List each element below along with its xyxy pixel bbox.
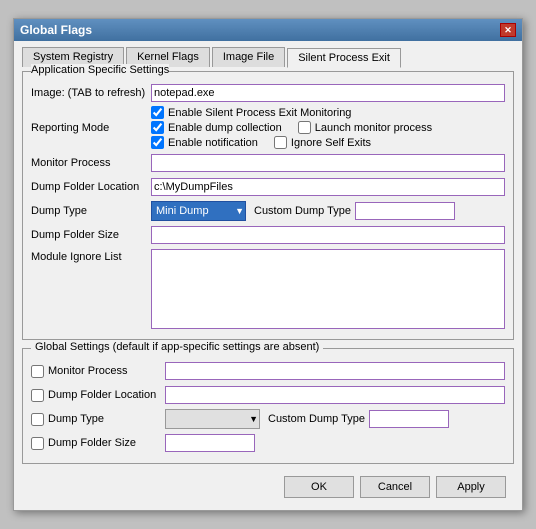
dump-folder-row: Dump Folder Location	[31, 177, 505, 197]
reporting-mode-row: Reporting Mode Enable Silent Process Exi…	[31, 106, 505, 149]
module-ignore-row: Module Ignore List	[31, 249, 505, 329]
checkboxes-group: Enable Silent Process Exit Monitoring En…	[151, 106, 432, 149]
global-dump-folder-input[interactable]	[165, 386, 505, 404]
close-button[interactable]: ✕	[500, 23, 516, 37]
monitor-process-input[interactable]	[151, 154, 505, 172]
global-monitor-label: Monitor Process	[48, 365, 127, 377]
global-dump-type-select-wrapper: ▼	[165, 409, 260, 429]
global-custom-dump-type-input[interactable]	[369, 410, 449, 428]
cb-enable-notify[interactable]: Enable notification	[151, 136, 258, 149]
dump-type-row: Dump Type Mini Dump Full Dump Heap Dump …	[31, 201, 505, 221]
cb-enable-dump-input[interactable]	[151, 121, 164, 134]
module-ignore-textarea[interactable]	[151, 249, 505, 329]
content-area: System Registry Kernel Flags Image File …	[14, 41, 522, 510]
global-dump-type-row: Dump Type ▼ Custom Dump Type	[31, 409, 505, 429]
dump-folder-label: Dump Folder Location	[31, 181, 151, 193]
global-dump-folder-cb[interactable]	[31, 389, 44, 402]
app-specific-legend: Application Specific Settings	[31, 64, 169, 76]
image-input[interactable]	[151, 84, 505, 102]
cb-ignore-self-exits-label: Ignore Self Exits	[291, 137, 371, 149]
cb-enable-dump-label: Enable dump collection	[168, 122, 282, 134]
app-specific-group: Application Specific Settings Image: (TA…	[22, 71, 514, 340]
global-dump-size-row: Dump Folder Size	[31, 433, 505, 453]
global-monitor-row: Monitor Process	[31, 361, 505, 381]
cb-enable-silent-label: Enable Silent Process Exit Monitoring	[168, 107, 351, 119]
main-window: Global Flags ✕ System Registry Kernel Fl…	[13, 18, 523, 511]
cb-enable-silent-input[interactable]	[151, 106, 164, 119]
tab-silent-process-exit[interactable]: Silent Process Exit	[287, 48, 401, 68]
cb-enable-notify-label: Enable notification	[168, 137, 258, 149]
module-ignore-label: Module Ignore List	[31, 249, 151, 263]
global-custom-dump-type-label: Custom Dump Type	[268, 413, 365, 425]
image-label: Image: (TAB to refresh)	[31, 87, 151, 99]
cancel-button[interactable]: Cancel	[360, 476, 430, 498]
apply-button[interactable]: Apply	[436, 476, 506, 498]
dump-folder-size-input[interactable]	[151, 226, 505, 244]
global-monitor-cb[interactable]	[31, 365, 44, 378]
global-dump-folder-label: Dump Folder Location	[48, 389, 156, 401]
global-monitor-input[interactable]	[165, 362, 505, 380]
global-dump-type-cb[interactable]	[31, 413, 44, 426]
global-monitor-cb-label[interactable]: Monitor Process	[31, 365, 161, 378]
custom-dump-type-input[interactable]	[355, 202, 455, 220]
global-dump-type-select[interactable]	[165, 409, 260, 429]
global-dump-size-cb[interactable]	[31, 437, 44, 450]
window-title: Global Flags	[20, 23, 92, 37]
cb-enable-silent[interactable]: Enable Silent Process Exit Monitoring	[151, 106, 351, 119]
checkboxes-line-3: Enable notification Ignore Self Exits	[151, 136, 432, 149]
cb-launch-monitor-input[interactable]	[298, 121, 311, 134]
dump-folder-size-label: Dump Folder Size	[31, 229, 151, 241]
reporting-mode-label: Reporting Mode	[31, 122, 151, 134]
checkboxes-line-1: Enable Silent Process Exit Monitoring	[151, 106, 432, 119]
custom-dump-type-label: Custom Dump Type	[254, 205, 351, 217]
global-dump-type-cb-label[interactable]: Dump Type	[31, 413, 161, 426]
dump-type-label: Dump Type	[31, 205, 151, 217]
dump-folder-size-row: Dump Folder Size	[31, 225, 505, 245]
ok-button[interactable]: OK	[284, 476, 354, 498]
global-dump-size-input[interactable]	[165, 434, 255, 452]
dump-type-controls: Mini Dump Full Dump Heap Dump ▼ Custom D…	[151, 201, 455, 221]
global-settings-legend: Global Settings (default if app-specific…	[31, 341, 323, 353]
title-bar: Global Flags ✕	[14, 19, 522, 41]
monitor-process-row: Monitor Process	[31, 153, 505, 173]
global-settings-group: Global Settings (default if app-specific…	[22, 348, 514, 464]
dump-type-select[interactable]: Mini Dump Full Dump Heap Dump	[151, 201, 246, 221]
button-row: OK Cancel Apply	[22, 472, 514, 504]
monitor-process-label: Monitor Process	[31, 157, 151, 169]
cb-launch-monitor[interactable]: Launch monitor process	[298, 121, 432, 134]
image-row: Image: (TAB to refresh)	[31, 84, 505, 102]
cb-ignore-self-exits-input[interactable]	[274, 136, 287, 149]
cb-ignore-self-exits[interactable]: Ignore Self Exits	[274, 136, 371, 149]
cb-enable-dump[interactable]: Enable dump collection	[151, 121, 282, 134]
tab-image-file[interactable]: Image File	[212, 47, 285, 67]
global-dump-type-label: Dump Type	[48, 413, 104, 425]
checkboxes-line-2: Enable dump collection Launch monitor pr…	[151, 121, 432, 134]
global-dump-size-cb-label[interactable]: Dump Folder Size	[31, 437, 161, 450]
dump-type-select-wrapper: Mini Dump Full Dump Heap Dump ▼	[151, 201, 246, 221]
global-dump-folder-cb-label[interactable]: Dump Folder Location	[31, 389, 161, 402]
global-dump-size-label: Dump Folder Size	[48, 437, 136, 449]
cb-launch-monitor-label: Launch monitor process	[315, 122, 432, 134]
title-bar-buttons: ✕	[500, 23, 516, 37]
global-dump-folder-row: Dump Folder Location	[31, 385, 505, 405]
cb-enable-notify-input[interactable]	[151, 136, 164, 149]
dump-folder-input[interactable]	[151, 178, 505, 196]
